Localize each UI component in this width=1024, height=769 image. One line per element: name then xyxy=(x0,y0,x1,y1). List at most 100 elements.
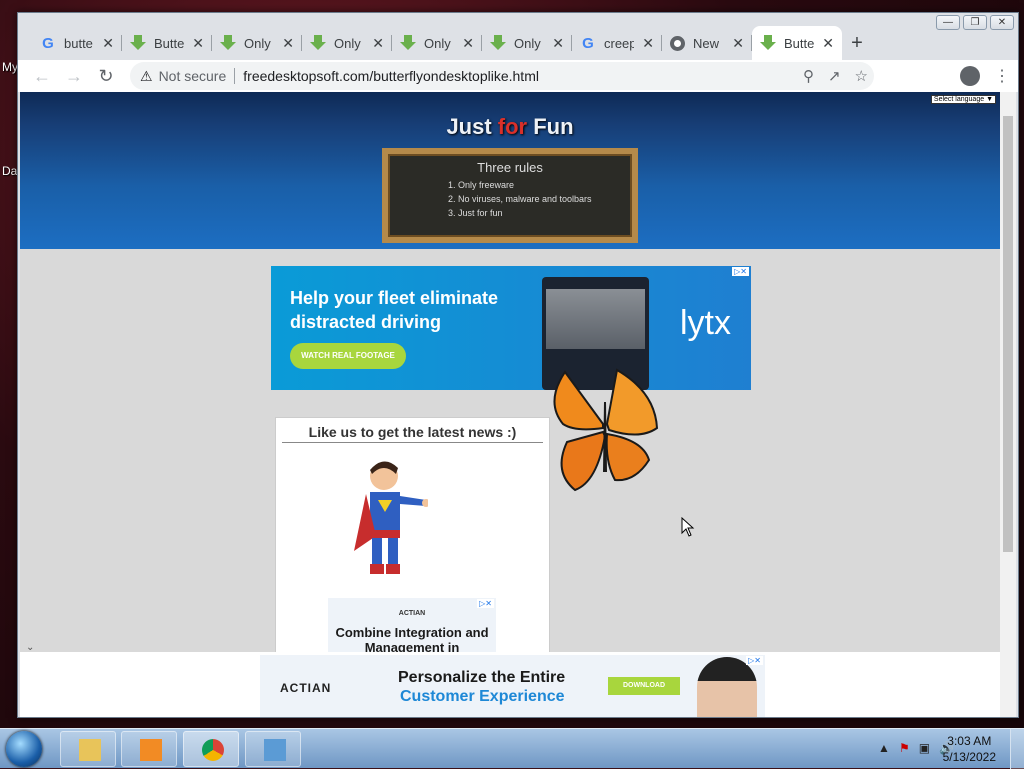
download-icon xyxy=(400,35,416,51)
google-icon: G xyxy=(580,35,596,51)
ad-headline-line2[interactable]: Customer Experience xyxy=(400,688,565,706)
logo-text: Fun xyxy=(527,114,573,139)
share-icon[interactable]: ↗ xyxy=(828,67,841,85)
clock-date: 5/13/2022 xyxy=(943,749,996,765)
control-panel-icon xyxy=(264,739,286,761)
desktop-label[interactable]: Da xyxy=(2,164,17,178)
ad-content[interactable]: ACTIAN Personalize the Entire Customer E… xyxy=(260,655,765,717)
superhero-illustration xyxy=(346,456,428,576)
tab-1[interactable]: Butte ✕ xyxy=(122,26,212,60)
desktop-label[interactable]: My xyxy=(2,60,18,74)
logo-text: Just xyxy=(446,114,497,139)
back-icon[interactable]: ← xyxy=(26,66,58,87)
page-content: Just for Fun Select language ▼ Three rul… xyxy=(20,92,1000,717)
sticky-bottom-ad[interactable]: ACTIAN Personalize the Entire Customer E… xyxy=(20,652,1000,717)
language-select[interactable]: Select language ▼ xyxy=(931,95,996,104)
site-header: Just for Fun Select language ▼ Three rul… xyxy=(20,92,1000,249)
tab-7[interactable]: New ✕ xyxy=(662,26,752,60)
url-text[interactable]: freedesktopsoft.com/butterflyondesktopli… xyxy=(243,68,539,84)
start-button[interactable] xyxy=(6,731,42,767)
logo-text-accent: for xyxy=(498,114,527,139)
close-tab-icon[interactable]: ✕ xyxy=(462,35,474,52)
taskbar-explorer[interactable] xyxy=(60,731,116,767)
divider xyxy=(234,68,235,84)
tab-6[interactable]: Gcreep ✕ xyxy=(572,26,662,60)
download-icon xyxy=(130,35,146,51)
ad-photo[interactable] xyxy=(697,657,757,717)
bookmark-star-icon[interactable]: ☆ xyxy=(855,67,868,85)
close-tab-icon[interactable]: ✕ xyxy=(552,35,564,52)
restore-button[interactable]: ❐ xyxy=(963,15,987,30)
minimize-button[interactable]: — xyxy=(936,15,960,30)
show-hidden-icons-icon[interactable]: ▲ xyxy=(878,741,890,755)
browser-window: — ❐ ✕ Gbutte✕ Butte✕ Only✕ Only✕ Only✕ O… xyxy=(17,12,1019,718)
folder-icon xyxy=(79,739,101,761)
taskbar-media-player[interactable] xyxy=(121,731,177,767)
tab-2[interactable]: Only✕ xyxy=(212,26,302,60)
taskbar-control-panel[interactable] xyxy=(245,731,301,767)
show-desktop-button[interactable] xyxy=(1010,729,1024,769)
tab-8-active[interactable]: Butte ✕ xyxy=(752,26,842,60)
download-icon xyxy=(310,35,326,51)
tab-title: Butte xyxy=(784,36,814,51)
browser-toolbar: ← → ↻ ⚠ Not secure freedesktopsoft.com/b… xyxy=(18,60,1018,92)
close-button[interactable]: ✕ xyxy=(990,15,1014,30)
action-center-icon[interactable]: ⚑ xyxy=(899,741,910,755)
security-label[interactable]: Not secure xyxy=(159,68,227,84)
tab-3[interactable]: Only ✕ xyxy=(302,26,392,60)
reload-icon[interactable]: ↻ xyxy=(90,66,122,87)
chrome-icon xyxy=(202,739,224,761)
profile-avatar[interactable] xyxy=(960,66,980,86)
taskbar: ▲ ⚑ ▣ 🔊 3:03 AM 5/13/2022 xyxy=(0,728,1024,768)
warning-icon[interactable]: ⚠ xyxy=(140,68,153,85)
close-tab-icon[interactable]: ✕ xyxy=(732,35,744,52)
ad-brand[interactable]: lytx xyxy=(680,304,731,343)
tab-5[interactable]: Only✕ xyxy=(482,26,572,60)
system-clock[interactable]: 3:03 AM 5/13/2022 xyxy=(943,733,996,765)
ad-download-button[interactable]: DOWNLOAD xyxy=(608,677,680,695)
tab-title: creep xyxy=(604,36,634,51)
tab-title: Only xyxy=(334,36,364,51)
ad-cta-button[interactable]: WATCH REAL FOOTAGE xyxy=(290,343,406,369)
ad-brand[interactable]: ACTIAN xyxy=(328,610,496,617)
taskbar-chrome[interactable] xyxy=(183,731,239,767)
site-logo[interactable]: Just for Fun xyxy=(20,114,1000,140)
close-tab-icon[interactable]: ✕ xyxy=(642,35,654,52)
network-icon[interactable]: ▣ xyxy=(919,741,930,755)
close-tab-icon[interactable]: ✕ xyxy=(822,35,834,52)
new-tab-button[interactable]: + xyxy=(842,26,872,60)
forward-icon[interactable]: → xyxy=(58,66,90,87)
rules-list: Only freeware No viruses, malware and to… xyxy=(458,178,632,220)
close-tab-icon[interactable]: ✕ xyxy=(192,35,204,52)
ad-headline[interactable]: Help your fleet eliminate distracted dri… xyxy=(290,286,550,334)
rule-item: No viruses, malware and toolbars xyxy=(458,192,632,206)
ad-headline[interactable]: Combine Integration and Management in xyxy=(328,625,496,655)
butterfly-graphic[interactable] xyxy=(545,362,665,497)
ad-brand[interactable]: ACTIAN xyxy=(280,681,331,695)
close-tab-icon[interactable]: ✕ xyxy=(102,35,114,52)
ad-phone-screen xyxy=(546,289,645,349)
close-tab-icon[interactable]: ✕ xyxy=(372,35,384,52)
scrollbar-thumb[interactable] xyxy=(1003,116,1013,552)
adchoices-icon[interactable]: ▷✕ xyxy=(477,599,494,608)
adchoices-icon[interactable]: ▷✕ xyxy=(732,267,749,276)
advertisement-banner[interactable]: Help your fleet eliminate distracted dri… xyxy=(271,266,751,390)
tab-title: New xyxy=(693,36,724,51)
language-select-label: Select language xyxy=(934,96,984,103)
tab-0[interactable]: Gbutte✕ xyxy=(32,26,122,60)
zoom-icon[interactable]: ⚲ xyxy=(803,67,814,85)
tab-title: Butte xyxy=(154,36,184,51)
close-tab-icon[interactable]: ✕ xyxy=(282,35,294,52)
menu-dots-icon[interactable]: ⋮ xyxy=(994,66,1010,86)
rules-title: Three rules xyxy=(388,160,632,175)
address-bar[interactable]: ⚠ Not secure freedesktopsoft.com/butterf… xyxy=(130,62,874,90)
tab-strip: Gbutte✕ Butte✕ Only✕ Only✕ Only✕ Only✕ G… xyxy=(32,26,872,60)
tab-title: Only xyxy=(424,36,454,51)
scrollbar[interactable] xyxy=(1000,92,1016,717)
download-icon xyxy=(490,35,506,51)
tab-title: butte xyxy=(64,36,94,51)
ad-headline-line1[interactable]: Personalize the Entire xyxy=(398,669,565,687)
adchoices-icon[interactable]: ▷✕ xyxy=(746,656,763,665)
tab-4[interactable]: Only ✕ xyxy=(392,26,482,60)
rules-chalkboard: Three rules Only freeware No viruses, ma… xyxy=(382,148,638,243)
